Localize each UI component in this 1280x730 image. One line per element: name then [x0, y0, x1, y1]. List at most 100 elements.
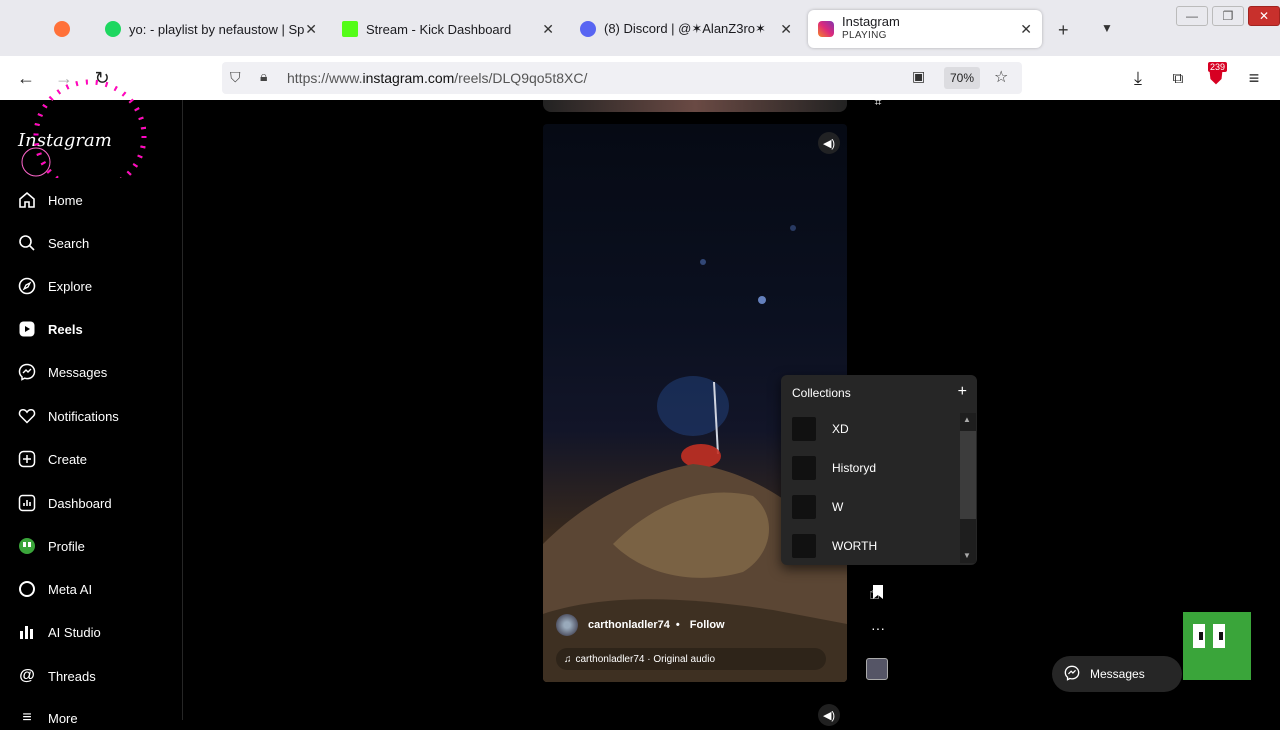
window-close-icon[interactable]: ✕	[1248, 6, 1280, 26]
more-options-icon[interactable]: ···	[866, 616, 890, 640]
collection-item[interactable]: W	[792, 495, 843, 519]
heart-icon	[18, 407, 36, 425]
messenger-icon	[1064, 665, 1080, 684]
messenger-icon	[18, 363, 36, 381]
pip-icon[interactable]: ▣	[912, 68, 925, 85]
close-icon[interactable]: ✕	[542, 21, 554, 38]
close-icon[interactable]: ✕	[780, 21, 792, 38]
scroll-up-icon[interactable]: ▲	[963, 415, 971, 424]
tab-title: Instagram	[842, 15, 900, 29]
meta-ai-icon	[18, 580, 36, 598]
sidebar-item-label: Search	[48, 235, 90, 251]
url-bar[interactable]: ⛉ 🔒︎ https://www.instagram.com/reels/DLQ…	[222, 62, 1022, 94]
close-icon[interactable]: ✕	[305, 21, 317, 38]
sidebar-item-label: Explore	[48, 278, 93, 294]
collection-name: WORTH	[832, 539, 878, 553]
avatar	[18, 537, 36, 555]
extensions-icon[interactable]: ⧉	[1166, 66, 1190, 90]
reels-icon	[18, 320, 36, 338]
zoom-level[interactable]: 70%	[944, 67, 980, 89]
sidebar-item-label: AI Studio	[48, 624, 101, 640]
tab-firefox[interactable]	[44, 10, 84, 48]
tab-title: yo: - playlist by nefaustow | Sp	[129, 21, 305, 37]
collection-item[interactable]: Historyd	[792, 456, 876, 480]
music-note-icon: ♫	[564, 653, 572, 665]
download-icon[interactable]: ⤓	[1126, 66, 1150, 90]
maximize-icon[interactable]: ❐	[1212, 6, 1244, 26]
audio-label: carthonladler74 · Original audio	[575, 653, 716, 665]
sidebar-item-threads[interactable]: @ Threads	[18, 664, 96, 688]
collection-thumbnail	[792, 456, 816, 480]
sidebar-item-label: Notifications	[48, 408, 119, 424]
collection-item[interactable]: WORTH	[792, 534, 877, 558]
sidebar-item-label: Messages	[48, 364, 108, 380]
sidebar-item-meta-ai[interactable]: Meta AI	[18, 577, 92, 601]
sidebar-item-label: Profile	[48, 538, 85, 554]
collection-name: Historyd	[832, 461, 877, 475]
minimize-icon[interactable]: —	[1176, 6, 1208, 26]
collection-thumbnail	[792, 534, 816, 558]
sidebar-item-reels[interactable]: Reels	[18, 317, 83, 341]
streamer-overlay-avatar	[1183, 612, 1251, 680]
bookmark-star-icon[interactable]: ☆	[994, 67, 1008, 87]
author-separator: •	[675, 619, 680, 631]
collection-item[interactable]: XD	[792, 417, 849, 441]
new-tab-icon[interactable]: +	[1058, 20, 1069, 41]
kick-icon	[342, 21, 358, 37]
tab-spotify[interactable]: yo: - playlist by nefaustow | Sp ✕	[95, 10, 327, 48]
author-username[interactable]: carthonladler74	[588, 619, 670, 631]
sidebar-item-dashboard[interactable]: Dashboard	[18, 491, 112, 515]
collections-title: Collections	[792, 386, 851, 400]
chart-icon	[18, 494, 36, 512]
sidebar-item-label: Home	[48, 192, 83, 208]
scrollbar-thumb[interactable]	[960, 431, 976, 519]
shield-icon[interactable]: ⛉	[230, 69, 241, 86]
scroll-down-icon[interactable]: ▼	[963, 551, 971, 560]
url-text[interactable]: https://www.instagram.com/reels/DLQ9qo5t…	[287, 70, 587, 86]
ai-studio-icon	[18, 623, 36, 641]
lock-icon[interactable]: 🔒︎	[260, 68, 267, 85]
sidebar-item-search[interactable]: Search	[18, 231, 89, 255]
previous-reel-edge	[543, 100, 847, 112]
sidebar-item-ai-studio[interactable]: AI Studio	[18, 620, 101, 644]
reel-audio[interactable]: ♫ carthonladler74 · Original audio	[556, 648, 826, 670]
audio-thumbnail[interactable]	[866, 658, 888, 680]
menu-icon: ≡	[22, 709, 32, 726]
collection-thumbnail	[792, 495, 816, 519]
tab-title: (8) Discord | @✶AlanZ3ro✶	[604, 21, 766, 36]
hamburger-menu-icon[interactable]: ≡	[1242, 66, 1266, 90]
collection-name: W	[832, 500, 844, 514]
mute-icon[interactable]: ◀︎)	[818, 132, 840, 154]
nav-toolbar: ← → ↻ ⛉ 🔒︎ https://www.instagram.com/ree…	[0, 56, 1280, 100]
sidebar-item-notifications[interactable]: Notifications	[18, 404, 119, 428]
tab-instagram[interactable]: Instagram PLAYING ✕	[808, 10, 1042, 48]
collection-thumbnail	[792, 417, 816, 441]
tab-title: Stream - Kick Dashboard	[366, 21, 512, 37]
collections-popup: Collections + XD Historyd W WORTH ▲ ▼	[781, 375, 977, 565]
messages-button[interactable]: Messages	[1052, 656, 1182, 692]
sidebar-item-label: More	[48, 710, 78, 726]
next-reel-mute-icon[interactable]: ◀︎)	[818, 704, 840, 726]
chevron-down-icon[interactable]: ▼	[1101, 21, 1113, 35]
extension-badge: 239	[1208, 62, 1228, 72]
window-controls: — ❐ ✕	[1176, 6, 1280, 26]
sidebar-item-label: Dashboard	[48, 495, 112, 511]
author-avatar[interactable]	[556, 614, 578, 636]
sidebar-item-home[interactable]: Home	[18, 188, 83, 212]
close-icon[interactable]: ✕	[1020, 21, 1032, 38]
sidebar-item-explore[interactable]: Explore	[18, 274, 92, 298]
sidebar-item-profile[interactable]: Profile	[18, 534, 85, 558]
new-collection-icon[interactable]: +	[958, 383, 967, 401]
tab-strip: yo: - playlist by nefaustow | Sp ✕ Strea…	[0, 0, 1280, 56]
tab-kick[interactable]: Stream - Kick Dashboard ✕	[332, 10, 564, 48]
collections-scrollbar[interactable]: ▲ ▼	[960, 413, 976, 563]
camera-icon[interactable]: ⌗	[866, 90, 890, 114]
tab-discord[interactable]: (8) Discord | @✶AlanZ3ro✶ ✕	[570, 10, 802, 48]
follow-button[interactable]: Follow	[690, 619, 725, 631]
sidebar-item-messages[interactable]: Messages	[18, 360, 107, 384]
sidebar-item-create[interactable]: Create	[18, 447, 87, 471]
instagram-icon	[818, 21, 834, 37]
collection-name: XD	[832, 422, 849, 436]
threads-icon: @	[19, 667, 35, 684]
sidebar-item-more[interactable]: ≡ More	[18, 706, 78, 730]
